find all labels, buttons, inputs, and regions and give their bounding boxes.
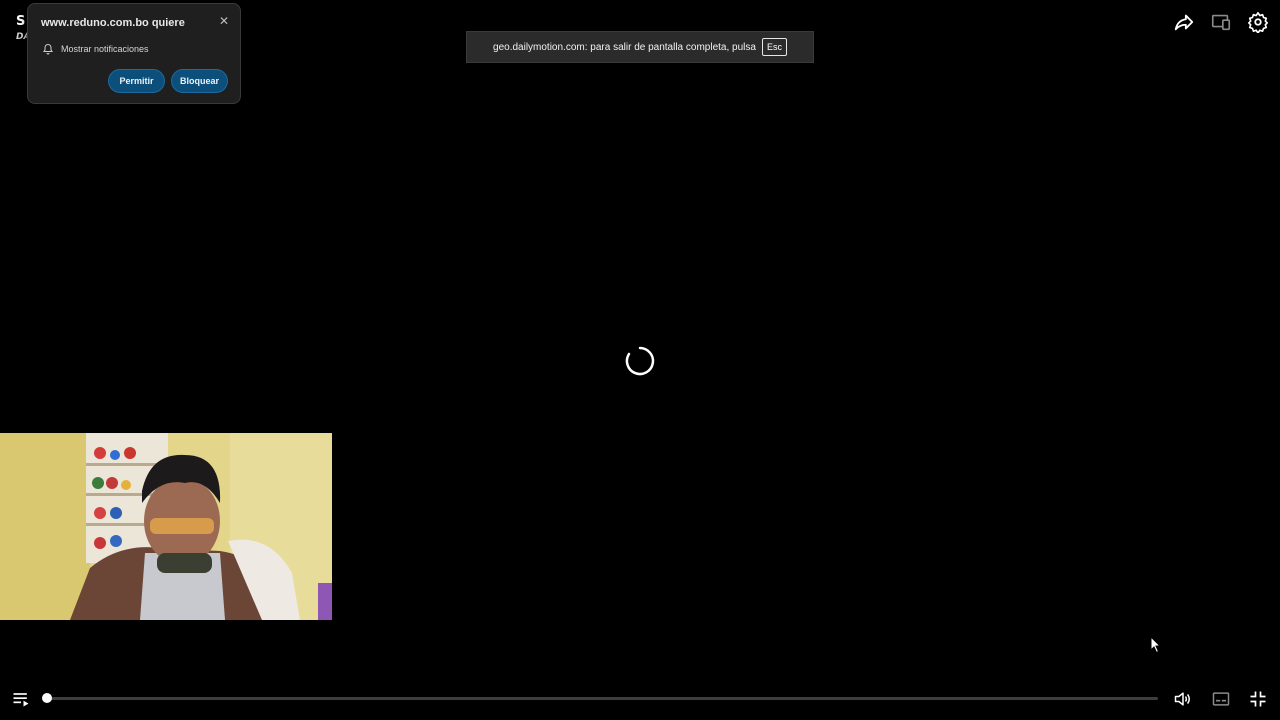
share-button[interactable] <box>1172 10 1196 34</box>
block-button[interactable]: Bloquear <box>171 69 228 93</box>
loading-spinner-icon <box>625 346 655 376</box>
fullscreen-toast-text: geo.dailymotion.com: para salir de panta… <box>493 41 756 53</box>
settings-button[interactable] <box>1246 10 1270 34</box>
settings-icon <box>1248 12 1268 33</box>
permission-row: Mostrar notificaciones <box>42 43 149 55</box>
subtitles-button[interactable] <box>1210 688 1232 710</box>
cast-button[interactable] <box>1209 10 1233 34</box>
mouse-cursor-icon <box>1150 636 1162 654</box>
playlist-play-icon <box>13 693 29 707</box>
share-icon <box>1174 14 1194 31</box>
volume-icon <box>1174 692 1190 706</box>
permission-site-title: www.reduno.com.bo quiere <box>41 17 185 29</box>
progress-bar[interactable] <box>42 693 1158 703</box>
exit-fullscreen-button[interactable] <box>1247 688 1269 710</box>
permission-label: Mostrar notificaciones <box>61 44 149 54</box>
playlist-button[interactable] <box>10 688 32 710</box>
subtitles-icon <box>1212 692 1230 706</box>
cast-icon <box>1211 14 1231 31</box>
video-player[interactable]: S DA www.reduno.com.bo quiere ✕ Mostrar … <box>0 0 1280 720</box>
exit-fullscreen-icon <box>1250 691 1266 707</box>
volume-button[interactable] <box>1172 688 1194 710</box>
esc-key-badge: Esc <box>761 38 787 56</box>
streamer-webcam-image <box>0 433 332 620</box>
close-icon[interactable]: ✕ <box>217 14 231 28</box>
video-title: S <box>16 14 26 29</box>
progress-scrubber[interactable] <box>42 693 52 703</box>
notification-permission-popup: www.reduno.com.bo quiere ✕ Mostrar notif… <box>27 3 241 104</box>
allow-button[interactable]: Permitir <box>108 69 165 93</box>
fullscreen-toast: geo.dailymotion.com: para salir de panta… <box>466 31 814 63</box>
bell-icon <box>43 43 53 55</box>
webcam-overlay <box>0 433 332 620</box>
